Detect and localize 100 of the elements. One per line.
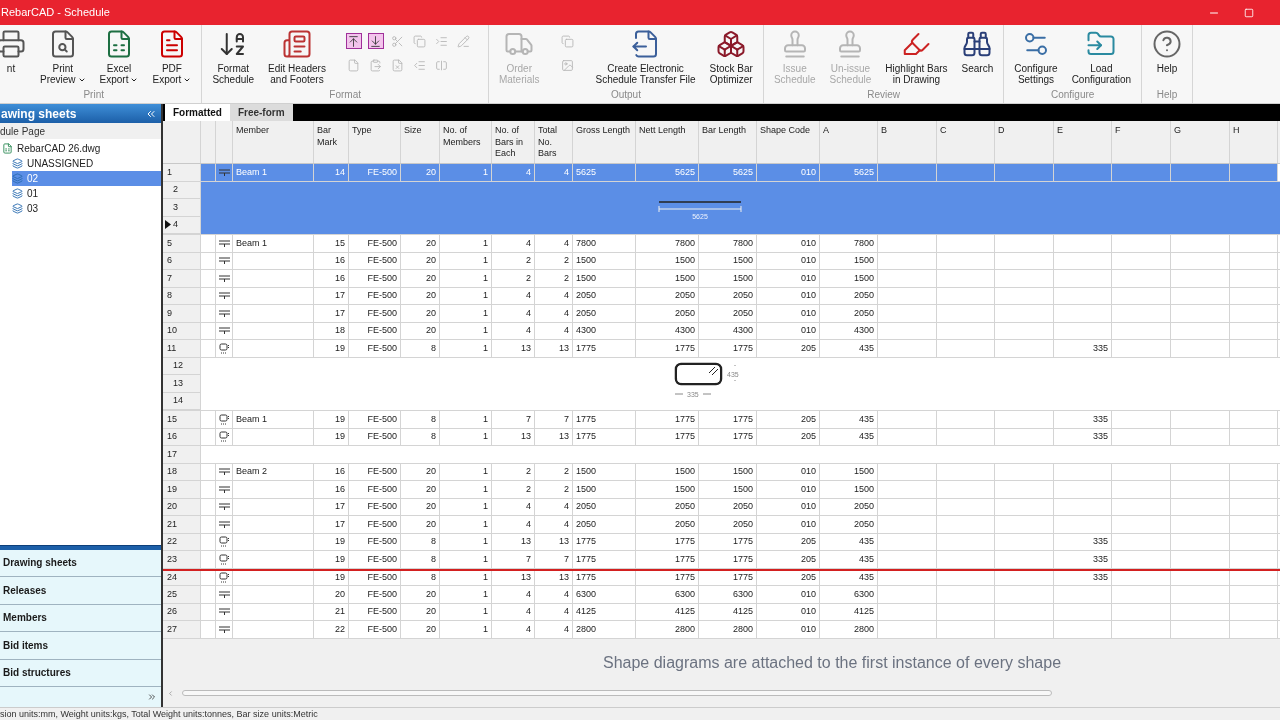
- table-cell: 435: [820, 340, 878, 357]
- table-cell: 13: [492, 428, 535, 445]
- row-number: 5: [163, 235, 201, 252]
- copy-icon: [561, 34, 574, 48]
- table-cell: FE-500: [349, 621, 401, 638]
- table-row[interactable]: 1 Beam 1 14 FE-500 20 1 4 4 5625 5625 5625 010 5625: [163, 164, 1280, 182]
- ribbon-button[interactable]: Format Schedule: [206, 25, 261, 89]
- table-cell: 4: [535, 164, 573, 181]
- ribbon-button[interactable]: Print Preview: [34, 25, 92, 89]
- table-cell: 17: [314, 287, 349, 304]
- table-row[interactable]: 21 17 FE-500 20 1 4 4 2050 2050 2050 010 2050: [163, 516, 1280, 534]
- table-cell: 17: [314, 305, 349, 322]
- table-cell: FE-500: [349, 322, 401, 339]
- table-row[interactable]: 16 19 FE-500 8 1 13 13 1775 1775 1775 205 435 335: [163, 428, 1280, 446]
- help-icon: [1152, 29, 1183, 59]
- table-row[interactable]: 22 19 FE-500 8 1 13 13 1775 1775 1775 205 435 335: [163, 533, 1280, 551]
- row-number: 27: [163, 621, 201, 638]
- table-row[interactable]: 27 22 FE-500 20 1 4 4 2800 2800 2800 010 2800: [163, 621, 1280, 639]
- nav-button[interactable]: Bid structures: [0, 659, 161, 687]
- table-cell: 20: [401, 463, 440, 480]
- table-cell: Beam 1: [233, 411, 314, 428]
- table-cell: 1775: [699, 340, 757, 357]
- horizontal-scrollbar[interactable]: [182, 690, 1052, 696]
- straight-bar-icon: [218, 292, 230, 300]
- table-row[interactable]: 15 Beam 1 19 FE-500 8 1 7 7 1775 1775 1775 205 435 335: [163, 411, 1280, 429]
- ribbon-button[interactable]: Help: [1146, 25, 1189, 89]
- column-header[interactable]: C: [937, 121, 995, 163]
- table-row[interactable]: 26 21 FE-500 20 1 4 4 4125 4125 4125 010 4125: [163, 603, 1280, 621]
- table-row[interactable]: 23 19 FE-500 8 1 7 7 1775 1775 1775 205 435 335: [163, 551, 1280, 569]
- video-caption: Shape diagrams are attached to the first instance of every shape: [603, 652, 1062, 673]
- sheet-icon: [12, 188, 23, 199]
- tree-item[interactable]: 01: [12, 186, 161, 201]
- table-row[interactable]: 10 18 FE-500 20 1 4 4 4300 4300 4300 010 4300: [163, 322, 1280, 340]
- column-header[interactable]: Bar Mark: [314, 121, 349, 163]
- table-cell: 19: [314, 533, 349, 550]
- table-cell: 4: [535, 498, 573, 515]
- column-header[interactable]: Total No. Bars: [535, 121, 573, 163]
- toolbar-button[interactable]: [345, 33, 362, 49]
- scroll-left-icon[interactable]: [167, 689, 174, 697]
- nav-button[interactable]: Drawing sheets: [0, 549, 161, 577]
- ribbon-button[interactable]: PDF Export: [146, 25, 198, 89]
- paste-icon: [369, 58, 383, 72]
- ribbon-button[interactable]: nt: [0, 25, 32, 89]
- table-cell: 13: [535, 340, 573, 357]
- table-row[interactable]: 25 20 FE-500 20 1 4 4 6300 6300 6300 010 6300: [163, 586, 1280, 604]
- tree-item[interactable]: 03: [12, 201, 161, 216]
- table-row[interactable]: 8 17 FE-500 20 1 4 4 2050 2050 2050 010 2050: [163, 287, 1280, 305]
- column-header[interactable]: Size: [401, 121, 440, 163]
- column-header[interactable]: H: [1230, 121, 1278, 163]
- table-row[interactable]: 11 19 FE-500 8 1 13 13 1775 1775 1775 205 435 335: [163, 340, 1280, 358]
- column-header[interactable]: Type: [349, 121, 401, 163]
- ribbon-button[interactable]: Search: [955, 25, 1000, 89]
- nav-button[interactable]: Members: [0, 604, 161, 632]
- column-header[interactable]: G: [1171, 121, 1230, 163]
- table-row[interactable]: 19 16 FE-500 20 1 2 2 1500 1500 1500 010 1500: [163, 481, 1280, 499]
- column-header[interactable]: Gross Length: [573, 121, 636, 163]
- ribbon-button[interactable]: Stock Bar Optimizer: [703, 25, 759, 89]
- table-row[interactable]: 6 16 FE-500 20 1 2 2 1500 1500 1500 010 1500: [163, 252, 1280, 270]
- table-cell: 1: [440, 603, 492, 620]
- table-row[interactable]: 9 17 FE-500 20 1 4 4 2050 2050 2050 010 2050: [163, 305, 1280, 323]
- ribbon-button[interactable]: Highlight Bars in Drawing: [879, 25, 954, 89]
- table-cell: 13: [535, 570, 573, 585]
- column-header[interactable]: F: [1112, 121, 1171, 163]
- toolbar-button[interactable]: [367, 33, 384, 49]
- tree-item[interactable]: UNASSIGNED: [12, 156, 161, 171]
- column-header[interactable]: E: [1054, 121, 1112, 163]
- table-row[interactable]: 20 17 FE-500 20 1 4 4 2050 2050 2050 010 2050: [163, 498, 1280, 516]
- nav-button[interactable]: Bid items: [0, 632, 161, 660]
- table-cell: 1: [440, 533, 492, 550]
- ribbon-button[interactable]: Load Configuration: [1065, 25, 1138, 89]
- table-cell: 4: [535, 322, 573, 339]
- ribbon-button[interactable]: Configure Settings: [1008, 25, 1064, 89]
- table-cell: 4300: [699, 322, 757, 339]
- column-header[interactable]: D: [995, 121, 1054, 163]
- table-row[interactable]: 7 16 FE-500 20 1 2 2 1500 1500 1500 010 1500: [163, 270, 1280, 288]
- tab[interactable]: Formatted: [165, 104, 230, 121]
- ribbon-button[interactable]: Create Electronic Schedule Transfer File: [589, 25, 702, 89]
- nav-button[interactable]: Releases: [0, 577, 161, 605]
- table-row[interactable]: 5 Beam 1 15 FE-500 20 1 4 4 7800 7800 7800 010 7800: [163, 235, 1280, 253]
- column-header[interactable]: Bar Length: [699, 121, 757, 163]
- ribbon-button[interactable]: Edit Headers and Footers: [262, 25, 332, 89]
- table-cell: 4: [535, 586, 573, 603]
- column-header[interactable]: Nett Length: [636, 121, 699, 163]
- column-header[interactable]: No. of Bars in Each: [492, 121, 535, 163]
- column-header[interactable]: Shape Code: [757, 121, 820, 163]
- column-header[interactable]: B: [878, 121, 937, 163]
- column-header[interactable]: A: [820, 121, 878, 163]
- table-row[interactable]: 18 Beam 2 16 FE-500 20 1 2 2 1500 1500 1500 010 1500: [163, 463, 1280, 481]
- table-row[interactable]: 24 19 FE-500 8 1 13 13 1775 1775 1775 205 435 335: [163, 568, 1280, 586]
- table-cell: 1500: [636, 252, 699, 269]
- table-cell: 4: [535, 287, 573, 304]
- ribbon-button[interactable]: Excel Export: [93, 25, 145, 89]
- table-cell: 205: [757, 533, 820, 550]
- maximize-button[interactable]: [1244, 7, 1254, 18]
- column-header[interactable]: Member: [233, 121, 314, 163]
- column-header[interactable]: No. of Members: [440, 121, 492, 163]
- tab[interactable]: Free-form: [229, 104, 293, 121]
- more-icon[interactable]: [147, 692, 157, 702]
- splitter[interactable]: [0, 544, 161, 550]
- tree-item[interactable]: RebarCAD 26.dwg: [2, 141, 161, 156]
